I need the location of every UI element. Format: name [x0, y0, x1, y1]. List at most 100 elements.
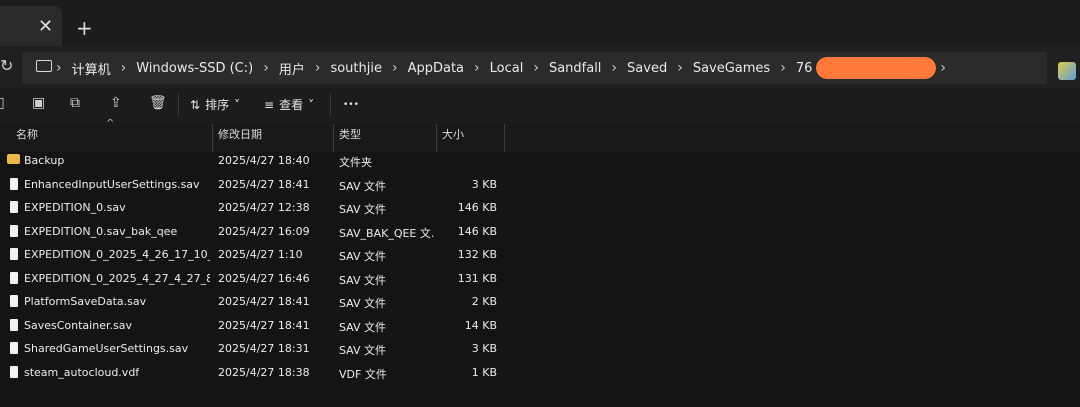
close-icon[interactable]: ✕	[38, 16, 53, 37]
file-modified: 2025/4/27 16:09	[218, 224, 310, 238]
breadcrumb-saved[interactable]: Saved	[617, 61, 677, 76]
breadcrumb-separator[interactable]: ›	[940, 60, 946, 76]
tab-strip	[0, 0, 1080, 46]
computer-icon	[36, 60, 52, 72]
copy-icon[interactable]: ⧉	[70, 95, 80, 111]
breadcrumb-user[interactable]: southjie	[320, 61, 392, 76]
toolbar-divider	[330, 94, 331, 116]
file-name: SavesContainer.sav	[24, 318, 132, 332]
table-row[interactable]: EnhancedInputUserSettings.sav 2025/4/27 …	[0, 174, 1080, 198]
view-label: 查看	[279, 98, 304, 112]
chevron-down-icon: ˅	[308, 97, 315, 112]
share-icon[interactable]: ⇪	[110, 95, 122, 111]
file-size: 132 KB	[457, 248, 497, 261]
file-modified: 2025/4/27 12:38	[218, 201, 310, 214]
file-icon	[10, 248, 18, 260]
file-modified: 2025/4/27 16:46	[218, 271, 310, 285]
file-name: Backup	[24, 154, 65, 167]
table-row[interactable]: steam_autocloud.vdf 2025/4/27 18:38 VDF …	[0, 362, 1080, 386]
app-icon	[1058, 62, 1076, 80]
file-size: 131 KB	[457, 271, 497, 285]
breadcrumb-appdata[interactable]: AppData	[398, 61, 474, 76]
file-type: 文件夹	[339, 156, 372, 169]
file-type: SAV 文件	[339, 273, 387, 287]
paste-icon[interactable]: ▣	[32, 95, 45, 111]
file-icon	[10, 318, 18, 331]
column-type[interactable]: 类型	[339, 126, 361, 142]
file-name: SharedGameUserSettings.sav	[24, 342, 189, 355]
file-modified: 2025/4/27 18:41	[218, 177, 310, 191]
column-modified[interactable]: 修改日期	[218, 126, 262, 142]
file-icon	[10, 342, 18, 354]
file-type: SAV 文件	[339, 179, 387, 193]
file-icon	[10, 365, 18, 378]
table-row[interactable]: SharedGameUserSettings.sav 2025/4/27 18:…	[0, 338, 1080, 362]
more-options-button[interactable]: •••	[343, 100, 359, 110]
address-bar[interactable]: › 计算机 › Windows-SSD (C:) › 用户 › southjie…	[22, 52, 1047, 84]
file-size: 146 KB	[457, 224, 497, 238]
sort-button[interactable]: ⇅ 排序 ˅	[190, 96, 240, 113]
column-divider[interactable]	[212, 124, 213, 152]
file-name: EXPEDITION_0_2025_4_27_4_27_8.sav	[24, 271, 210, 285]
breadcrumb-savegames[interactable]: SaveGames	[683, 61, 780, 76]
file-size: 1 KB	[471, 365, 497, 379]
table-row[interactable]: EXPEDITION_0.sav 2025/4/27 12:38 SAV 文件 …	[0, 197, 1080, 221]
file-modified: 2025/4/27 18:38	[218, 365, 310, 379]
file-type: SAV 文件	[339, 297, 387, 310]
column-header	[0, 122, 1080, 152]
file-type: SAV 文件	[339, 203, 387, 216]
breadcrumb-users[interactable]: 用户	[269, 59, 315, 78]
file-icon	[10, 224, 18, 237]
toolbar-divider	[178, 94, 179, 116]
delete-icon[interactable]: 🗑	[149, 95, 167, 111]
add-tab-icon[interactable]: +	[76, 16, 93, 40]
file-icon	[10, 271, 18, 284]
file-icon	[10, 295, 18, 307]
file-modified: 2025/4/27 18:40	[218, 154, 310, 167]
file-size: 3 KB	[471, 342, 497, 355]
file-size: 146 KB	[457, 201, 497, 214]
column-divider[interactable]	[333, 124, 334, 152]
file-name: EnhancedInputUserSettings.sav	[24, 177, 200, 191]
file-type: SAV 文件	[339, 344, 387, 357]
table-row[interactable]: Backup 2025/4/27 18:40 文件夹	[0, 150, 1080, 174]
view-button[interactable]: ≡ 查看 ˅	[264, 96, 314, 113]
file-size: 2 KB	[471, 295, 497, 308]
table-row[interactable]: EXPEDITION_0.sav_bak_qee 2025/4/27 16:09…	[0, 221, 1080, 245]
file-icon	[10, 201, 18, 213]
file-name: EXPEDITION_0.sav	[24, 201, 126, 214]
chevron-down-icon: ˅	[234, 97, 241, 112]
file-list: Backup 2025/4/27 18:40 文件夹 EnhancedInput…	[0, 150, 1080, 385]
sort-ascending-icon: ^	[106, 118, 115, 129]
breadcrumb-sandfall[interactable]: Sandfall	[539, 61, 611, 76]
file-size: 14 KB	[464, 318, 497, 332]
file-type: VDF 文件	[339, 367, 387, 381]
breadcrumb-drive[interactable]: Windows-SSD (C:)	[126, 61, 263, 76]
refresh-icon[interactable]: ↻	[0, 56, 13, 75]
redaction-mark	[816, 57, 937, 79]
file-name: PlatformSaveData.sav	[24, 295, 147, 308]
file-type: SAV 文件	[339, 320, 387, 334]
file-modified: 2025/4/27 1:10	[218, 248, 303, 261]
file-icon	[10, 177, 18, 190]
breadcrumb-local[interactable]: Local	[480, 61, 534, 76]
column-size[interactable]: 大小	[442, 126, 464, 142]
file-name: EXPEDITION_0_2025_4_26_17_10_56.s...	[24, 248, 210, 261]
table-row[interactable]: PlatformSaveData.sav 2025/4/27 18:41 SAV…	[0, 291, 1080, 315]
folder-icon	[7, 154, 20, 164]
table-row[interactable]: EXPEDITION_0_2025_4_26_17_10_56.s... 202…	[0, 244, 1080, 268]
column-divider[interactable]	[436, 124, 437, 152]
breadcrumb-computer[interactable]: 计算机	[62, 59, 121, 78]
column-divider[interactable]	[504, 124, 505, 152]
table-row[interactable]: SavesContainer.sav 2025/4/27 18:41 SAV 文…	[0, 315, 1080, 339]
sort-icon: ⇅	[190, 97, 201, 112]
file-modified: 2025/4/27 18:31	[218, 342, 310, 355]
file-type: SAV 文件	[339, 250, 387, 263]
file-size: 3 KB	[471, 177, 497, 191]
cut-icon[interactable]: ▯	[0, 95, 5, 111]
file-name: steam_autocloud.vdf	[24, 365, 140, 379]
file-modified: 2025/4/27 18:41	[218, 318, 310, 332]
view-icon: ≡	[264, 97, 275, 112]
table-row[interactable]: EXPEDITION_0_2025_4_27_4_27_8.sav 2025/4…	[0, 268, 1080, 292]
column-name[interactable]: 名称	[16, 126, 38, 142]
